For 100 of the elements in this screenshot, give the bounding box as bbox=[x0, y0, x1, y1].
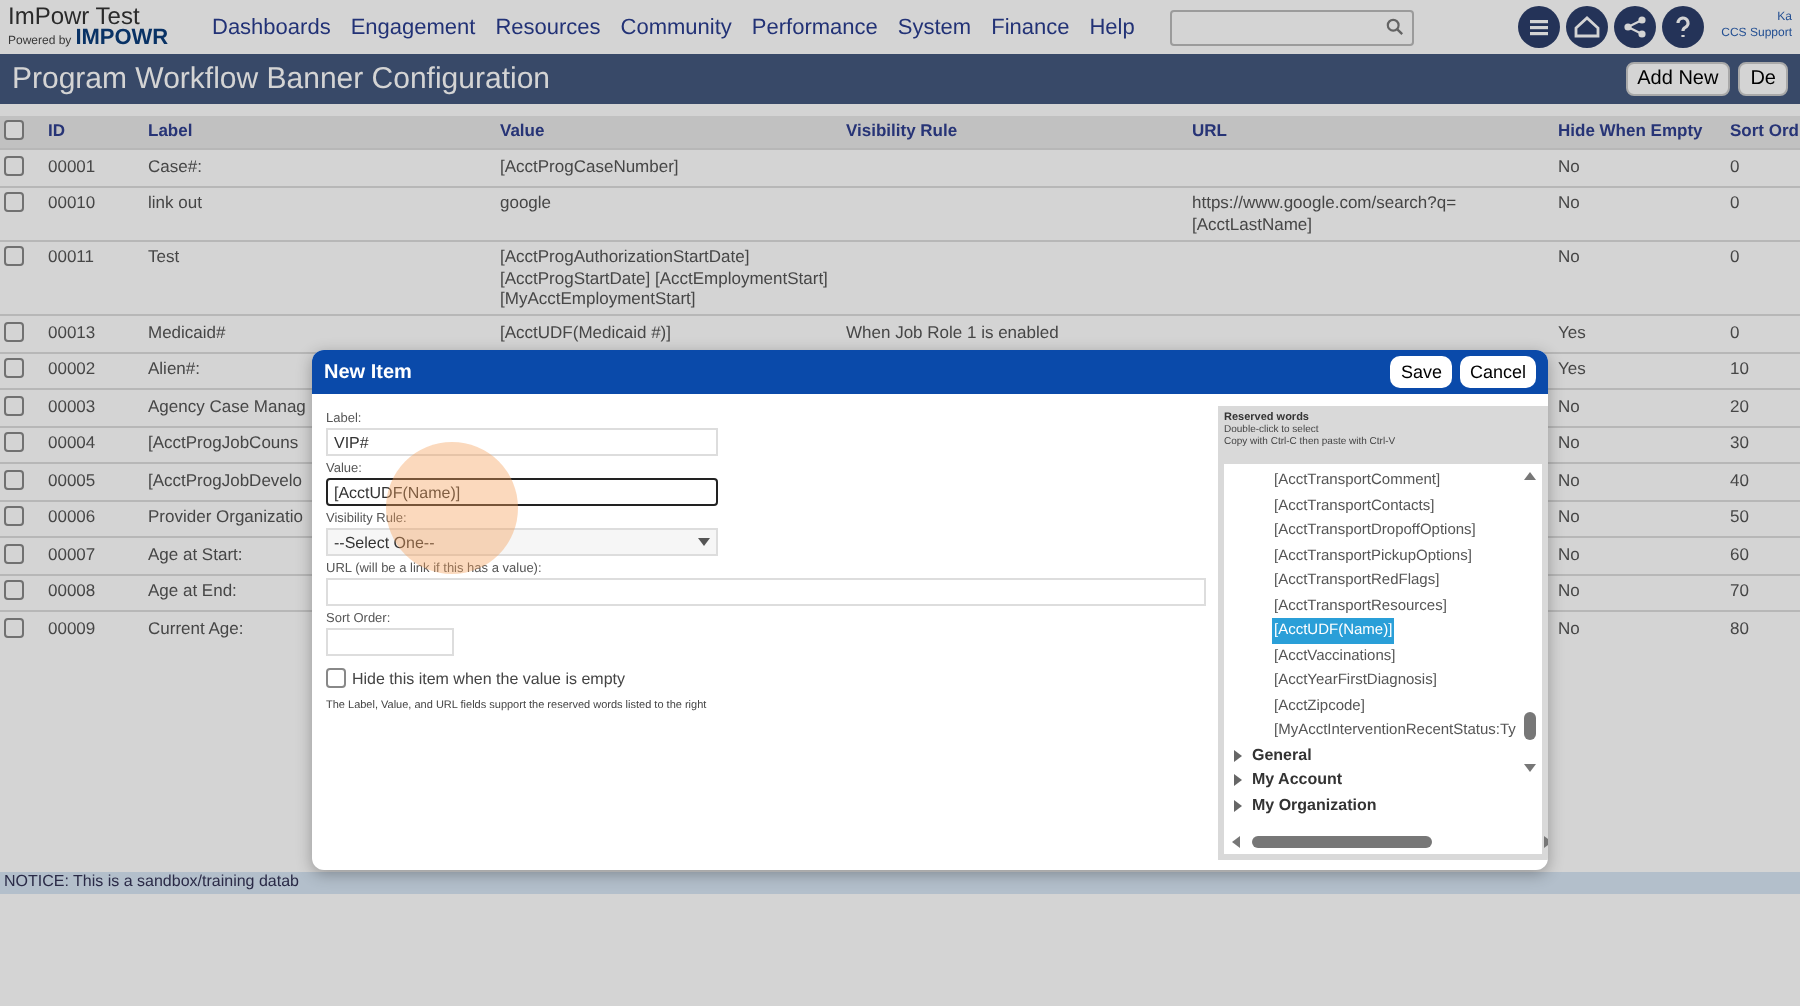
checkbox[interactable] bbox=[326, 668, 346, 688]
page-button[interactable]: De bbox=[1738, 62, 1788, 96]
select-field[interactable]: --Select One-- bbox=[326, 528, 718, 556]
help-icon[interactable] bbox=[1661, 6, 1704, 48]
table-cell: Agency Case Manag bbox=[148, 395, 306, 415]
table-cell: [AcctProgCaseNumber] bbox=[500, 155, 679, 175]
input-field[interactable] bbox=[326, 578, 1206, 606]
table-cell: 00005 bbox=[48, 469, 96, 489]
nav-link[interactable]: System bbox=[897, 15, 972, 39]
search-icon bbox=[1386, 18, 1405, 36]
input-field[interactable] bbox=[326, 628, 454, 656]
table-cell: No bbox=[1558, 617, 1580, 637]
table-cell: https://www.google.com/search?q= [AcctLastName] bbox=[1192, 192, 1457, 233]
table-cell: 0 bbox=[1730, 321, 1740, 341]
page-button[interactable]: Add New bbox=[1625, 62, 1731, 96]
table-cell: No bbox=[1558, 506, 1580, 526]
tree-group[interactable]: General bbox=[1232, 743, 1518, 768]
checkbox[interactable] bbox=[4, 192, 24, 212]
table-cell: 00009 bbox=[48, 617, 96, 637]
table-cell: No bbox=[1558, 543, 1580, 563]
checkbox[interactable] bbox=[4, 617, 24, 637]
table-cell: Provider Organizatio bbox=[148, 506, 303, 526]
checkbox[interactable] bbox=[4, 358, 24, 378]
page-title: Program Workflow Banner Configuration bbox=[12, 62, 553, 96]
table-cell: When Job Role 1 is enabled bbox=[846, 321, 1059, 341]
input-field[interactable]: [AcctUDF(Name)] bbox=[326, 478, 718, 506]
checkbox[interactable] bbox=[4, 543, 24, 563]
nav-link[interactable]: Community bbox=[620, 15, 732, 39]
home-icon[interactable] bbox=[1565, 6, 1608, 48]
nav-link[interactable]: Performance bbox=[751, 15, 878, 39]
checkbox[interactable] bbox=[4, 432, 24, 452]
column-header: Label bbox=[144, 116, 496, 148]
table-cell: 00004 bbox=[48, 432, 96, 452]
table-cell: Case#: bbox=[148, 155, 202, 175]
nav-link[interactable]: Help bbox=[1089, 15, 1135, 39]
tree-group[interactable]: My Organization bbox=[1232, 793, 1518, 818]
nav-link[interactable]: Resources bbox=[495, 15, 601, 39]
table-cell: [AcctProgAuthorizationStartDate] [AcctProgStartDate] [AcctEmploymentStart] [MyAcctEmploymentStart] bbox=[500, 246, 828, 308]
checkbox[interactable] bbox=[4, 506, 24, 526]
table-cell: 80 bbox=[1730, 617, 1749, 637]
checkbox[interactable] bbox=[4, 469, 24, 489]
checkbox[interactable] bbox=[4, 580, 24, 600]
app-name: ImPowr Test bbox=[8, 4, 140, 28]
column-header: Sort Ord bbox=[1726, 116, 1800, 148]
table-cell: No bbox=[1558, 432, 1580, 452]
dialog-button[interactable]: Save bbox=[1390, 356, 1452, 388]
table-cell: No bbox=[1558, 155, 1580, 175]
table-cell: 0 bbox=[1730, 192, 1740, 212]
table-cell: 00011 bbox=[48, 246, 95, 266]
table-cell: 00008 bbox=[48, 580, 96, 600]
table-cell: Test bbox=[148, 246, 180, 266]
dialog-title: New Item bbox=[324, 361, 414, 383]
table-cell: 0 bbox=[1730, 155, 1740, 175]
table-cell: 10 bbox=[1730, 358, 1749, 378]
nav-link[interactable]: Finance bbox=[991, 15, 1070, 39]
table-cell: No bbox=[1558, 580, 1580, 600]
table-cell: Yes bbox=[1558, 358, 1586, 378]
checkbox[interactable] bbox=[4, 395, 24, 415]
table-cell: 00003 bbox=[48, 395, 96, 415]
table-cell: 00002 bbox=[48, 358, 96, 378]
brand-logo: IMPOWR bbox=[75, 28, 169, 50]
table-cell: 00001 bbox=[48, 155, 96, 175]
dialog-button[interactable]: Cancel bbox=[1459, 356, 1536, 388]
table-cell: No bbox=[1558, 395, 1580, 415]
table-cell: [AcctUDF(Medicaid #)] bbox=[500, 321, 671, 341]
notice-text: NOTICE: This is a sandbox/training datab bbox=[4, 871, 299, 889]
table-cell: Medicaid# bbox=[148, 321, 226, 341]
table-cell: 0 bbox=[1730, 246, 1740, 266]
column-header: URL bbox=[1188, 116, 1554, 148]
table-cell: 00006 bbox=[48, 506, 96, 526]
search-field[interactable] bbox=[1170, 9, 1415, 45]
checkbox[interactable] bbox=[4, 321, 24, 341]
list-icon[interactable] bbox=[1517, 6, 1560, 48]
nav-link[interactable]: Dashboards bbox=[212, 15, 331, 39]
table-cell: Age at Start: bbox=[148, 543, 243, 563]
share-icon[interactable] bbox=[1613, 6, 1656, 48]
checkbox[interactable] bbox=[4, 155, 24, 175]
caret-icon bbox=[698, 538, 710, 546]
checkbox-label: Hide this item when the value is empty bbox=[352, 669, 626, 687]
table-cell: [AcctProgJobCouns bbox=[148, 432, 299, 452]
table-cell: No bbox=[1558, 192, 1580, 212]
checkbox[interactable] bbox=[4, 246, 24, 266]
column-header: Visibility Rule bbox=[842, 116, 1188, 148]
input-field[interactable]: VIP# bbox=[326, 428, 718, 456]
table-cell: No bbox=[1558, 246, 1580, 266]
nav-link[interactable]: Engagement bbox=[350, 15, 476, 39]
table-cell: 00007 bbox=[48, 543, 96, 563]
column-header: ID bbox=[44, 116, 144, 148]
table-cell: Alien#: bbox=[148, 358, 200, 378]
table-cell: google bbox=[500, 192, 552, 212]
tree-group[interactable]: My Account bbox=[1232, 768, 1518, 793]
table-cell: Age at End: bbox=[148, 580, 237, 600]
table-cell: Current Age: bbox=[148, 617, 244, 637]
checkbox[interactable] bbox=[4, 120, 24, 140]
column-header: Hide When Empty bbox=[1554, 116, 1726, 148]
table-cell: 50 bbox=[1730, 506, 1749, 526]
column-header: Value bbox=[496, 116, 842, 148]
table-cell: No bbox=[1558, 469, 1580, 489]
table-cell: 70 bbox=[1730, 580, 1749, 600]
table-cell: 60 bbox=[1730, 543, 1749, 563]
